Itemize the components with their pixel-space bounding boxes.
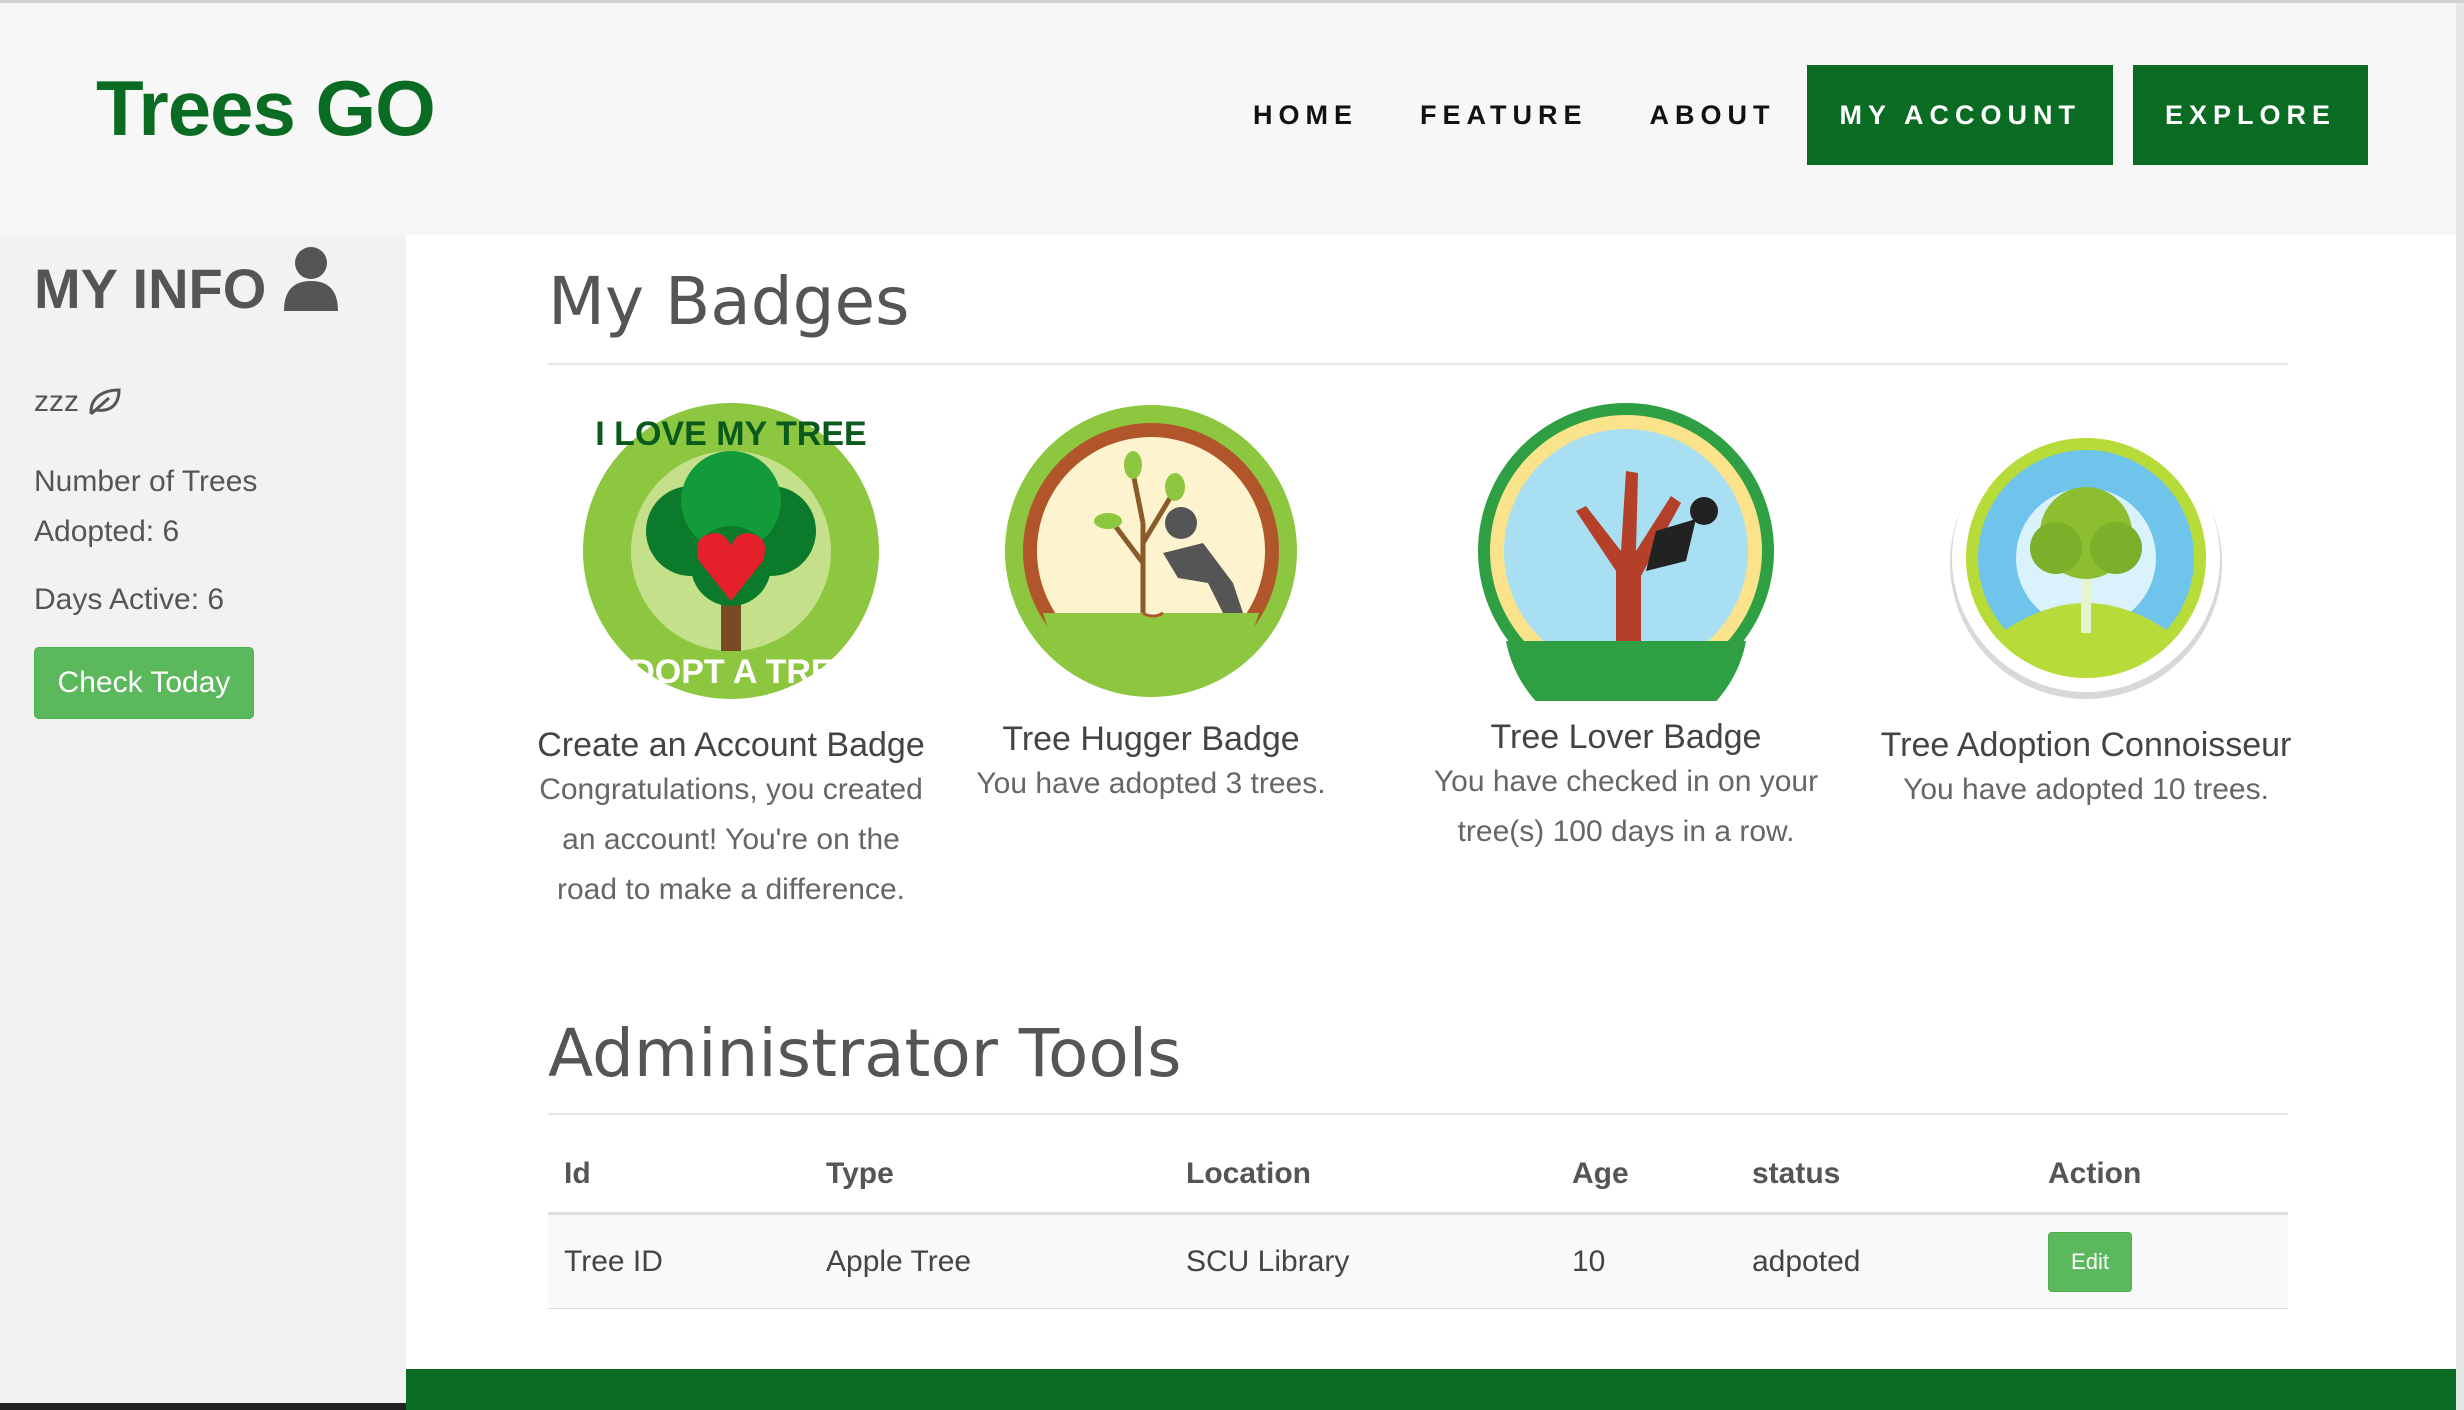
- cell-status: adpoted: [1752, 1244, 1861, 1278]
- username: zzz: [34, 385, 79, 418]
- table-row: Tree ID Apple Tree SCU Library 10 adpote…: [548, 1215, 2288, 1309]
- badge-description: You have checked in on your tree(s) 100 …: [1433, 765, 1819, 848]
- nav-links: HOME FEATURE ABOUT MY ACCOUNT EXPLORE: [1253, 65, 2368, 165]
- badge-tree-adoption-connoisseur: Tree Adoption Connoisseur You have adopt…: [1876, 413, 2296, 815]
- bottom-strip: [0, 1403, 406, 1410]
- badge-description: You have adopted 10 trees.: [1903, 773, 2269, 806]
- cell-id: Tree ID: [564, 1244, 663, 1278]
- admin-table: Id Type Location Age status Action Tree …: [548, 1135, 2288, 1309]
- admin-tools-heading: Administrator Tools: [548, 1015, 1182, 1092]
- badge-tree-hugger: Tree Hugger Badge You have adopted 3 tre…: [976, 403, 1326, 809]
- column-header: Age: [1572, 1156, 1629, 1190]
- badge-logo-top-text: I LOVE MY TREE: [595, 415, 866, 453]
- username-row: zzz: [34, 385, 121, 419]
- nav-home-link[interactable]: HOME: [1253, 100, 1358, 131]
- my-info-heading: MY INFO: [34, 247, 340, 321]
- my-account-button[interactable]: MY ACCOUNT: [1807, 65, 2113, 165]
- badge-create-account: I LOVE MY TREE ADOPT A TREE Create an Ac…: [536, 401, 926, 915]
- badge-title: Tree Lover Badge: [1490, 718, 1762, 756]
- leaf-icon: [89, 388, 121, 416]
- column-header: Id: [564, 1156, 591, 1190]
- badge-tree-lover: Tree Lover Badge You have checked in on …: [1426, 401, 1826, 857]
- my-info-title: MY INFO: [34, 256, 267, 320]
- trees-adopted-stat: Number of Trees Adopted: 6: [34, 465, 258, 548]
- days-active-stat: Days Active: 6: [34, 583, 225, 616]
- badge-description: Congratulations, you created an account!…: [539, 773, 923, 906]
- badge-description: You have adopted 3 trees.: [976, 767, 1326, 800]
- sidebar: MY INFO zzz Number of Trees Adopted: 6 D…: [0, 235, 406, 1403]
- navbar: Trees GO HOME FEATURE ABOUT MY ACCOUNT E…: [0, 3, 2464, 233]
- column-header: status: [1752, 1156, 1841, 1190]
- tree-hugger-badge-icon: [1005, 405, 1297, 697]
- column-header: Action: [2048, 1156, 2142, 1190]
- badge-title: Create an Account Badge: [537, 726, 925, 764]
- badges-divider: [548, 363, 2288, 365]
- cell-age: 10: [1572, 1244, 1606, 1278]
- edit-button[interactable]: Edit: [2048, 1231, 2132, 1292]
- app-window: Trees GO HOME FEATURE ABOUT MY ACCOUNT E…: [0, 0, 2464, 1410]
- table-header-row: Id Type Location Age status Action: [548, 1135, 2288, 1215]
- nav-about-link[interactable]: ABOUT: [1649, 100, 1775, 131]
- badges-heading: My Badges: [548, 263, 910, 340]
- footer-bar: [406, 1369, 2456, 1410]
- badge-logo-bottom-text: ADOPT A TREE: [606, 653, 857, 691]
- admin-divider: [548, 1113, 2288, 1115]
- column-header: Type: [826, 1156, 894, 1190]
- nav-feature-link[interactable]: FEATURE: [1420, 100, 1588, 131]
- user-icon: [284, 247, 339, 311]
- connoisseur-badge-icon: [1950, 424, 2222, 699]
- love-my-tree-badge-icon: I LOVE MY TREE ADOPT A TREE: [583, 403, 879, 699]
- badge-title: Tree Adoption Connoisseur: [1880, 726, 2292, 764]
- check-today-button[interactable]: Check Today: [34, 647, 254, 719]
- tree-lover-badge-icon: [1478, 403, 1774, 701]
- main-content: My Badges I LOVE MY TREE ADOPT A TREE Cr…: [406, 235, 2456, 1369]
- window-edge: [2456, 3, 2464, 1410]
- cell-location: SCU Library: [1186, 1244, 1350, 1278]
- explore-button[interactable]: EXPLORE: [2132, 65, 2368, 165]
- column-header: Location: [1186, 1156, 1311, 1190]
- cell-action: Edit: [2048, 1215, 2132, 1308]
- cell-type: Apple Tree: [826, 1244, 972, 1278]
- brand-logo[interactable]: Trees GO: [96, 63, 436, 154]
- badge-title: Tree Hugger Badge: [1002, 720, 1300, 758]
